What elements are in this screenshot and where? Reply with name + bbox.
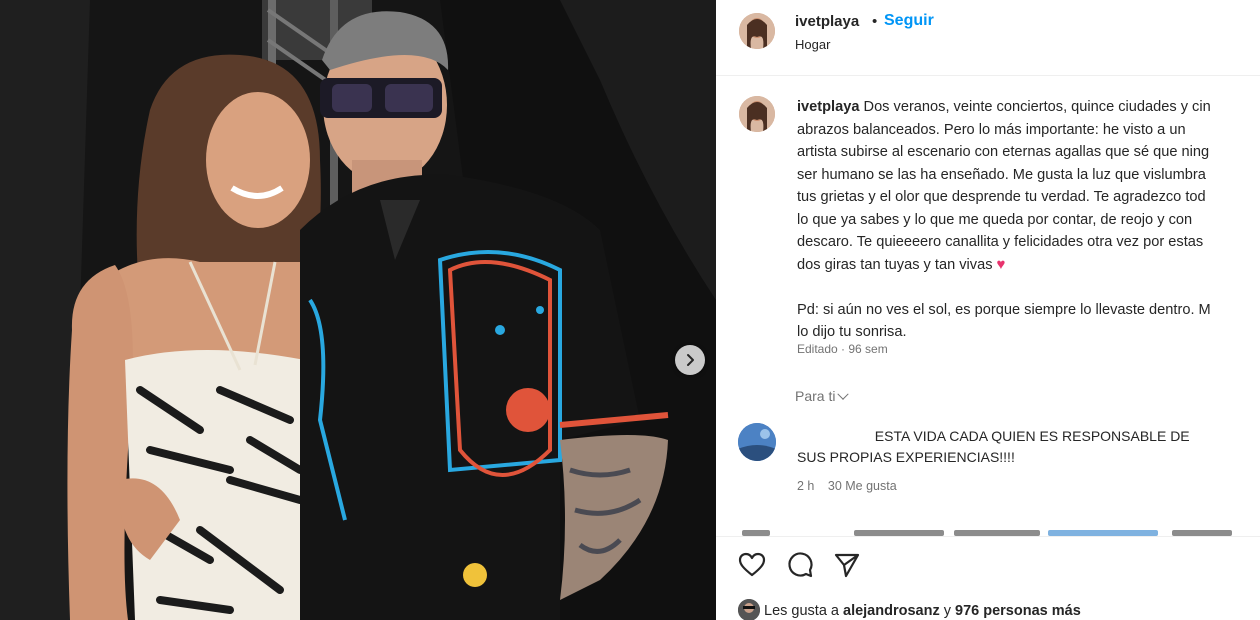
action-bar: Les gusta a alejandrosanz y 976 personas…: [716, 536, 1260, 620]
comment-body: ESTA VIDA CADA QUIEN ES RESPONSABLE DE S…: [797, 426, 1257, 468]
caption-line: ser humano se las ha enseñado. Me gusta …: [797, 166, 1206, 183]
caption-line: abrazos balanceados. Pero lo más importa…: [797, 121, 1186, 138]
post-photo[interactable]: [0, 0, 716, 620]
avatar-image: [738, 599, 760, 620]
caption-line: artista subirse al escenario con eternas…: [797, 144, 1210, 160]
caption-line: dos giras tan tuyas y tan vivas ♥: [797, 254, 1260, 277]
edited-timestamp[interactable]: Editado · 96 sem: [797, 342, 888, 356]
chevron-down-icon: [837, 388, 850, 400]
avatar-image: [739, 13, 775, 49]
for-you-toggle[interactable]: Para ti: [795, 388, 850, 404]
comment-time[interactable]: 2 h: [797, 479, 814, 493]
next-photo-button[interactable]: [675, 345, 705, 375]
separator-dot: •: [872, 13, 878, 30]
post-image: [0, 0, 716, 620]
author-avatar[interactable]: [739, 13, 775, 49]
follow-button[interactable]: Seguir: [884, 12, 934, 30]
caption-text: dos giras tan tuyas y tan vivas: [797, 256, 997, 273]
chevron-right-icon: [687, 354, 694, 366]
likes-summary[interactable]: Les gusta a alejandrosanz y 976 personas…: [764, 603, 1081, 619]
caption-line: lo que ya sabes y lo que me queda por co…: [797, 211, 1193, 228]
caption-ps-line: Pd: si aún no ves el sol, es porque siem…: [797, 301, 1211, 318]
avatar-image: [739, 96, 775, 132]
likes-count[interactable]: 976 personas más: [955, 603, 1081, 619]
next-comment-partial: [742, 524, 1260, 536]
likes-user[interactable]: alejandrosanz: [843, 603, 940, 619]
likes-middle: y: [939, 603, 956, 619]
post-caption: ivetplaya Dos veranos, veinte conciertos…: [797, 96, 1260, 344]
post-header: ivetplaya • Seguir Hogar: [716, 0, 1260, 76]
caption-ps-line: lo dijo tu sonrisa.: [797, 324, 907, 340]
caption-username[interactable]: ivetplaya: [797, 99, 859, 115]
heart-emoji: ♥: [996, 255, 1006, 273]
send-icon[interactable]: [832, 550, 862, 580]
comment-icon[interactable]: [785, 550, 815, 580]
comment-line: ESTA VIDA CADA QUIEN ES RESPONSABLE DE: [797, 428, 1190, 444]
liker-avatar[interactable]: [738, 599, 760, 620]
likes-prefix: Les gusta a: [764, 603, 843, 619]
caption-line: descaro. Te quieeeero canallita y felici…: [797, 234, 1204, 250]
caption-line: tus grietas y el olor que desprende tu v…: [797, 189, 1206, 205]
commenter-avatar[interactable]: [738, 423, 776, 461]
comment-meta: 2 h 30 Me gusta: [797, 479, 907, 493]
avatar-image: [738, 423, 776, 461]
comment-line: SUS PROPIAS EXPERIENCIAS!!!!: [797, 449, 1015, 465]
author-username[interactable]: ivetplaya: [795, 13, 859, 30]
comment-likes[interactable]: 30 Me gusta: [828, 479, 897, 493]
caption-line: ivetplaya Dos veranos, veinte conciertos…: [797, 96, 1260, 119]
post-details-panel: ivetplaya • Seguir Hogar ivetplaya Dos v…: [716, 0, 1260, 620]
for-you-label: Para ti: [795, 388, 836, 404]
caption-avatar[interactable]: [739, 96, 775, 132]
caption-text: Dos veranos, veinte conciertos, quince c…: [859, 99, 1211, 115]
heart-icon[interactable]: [737, 550, 767, 580]
location-label[interactable]: Hogar: [795, 37, 830, 52]
